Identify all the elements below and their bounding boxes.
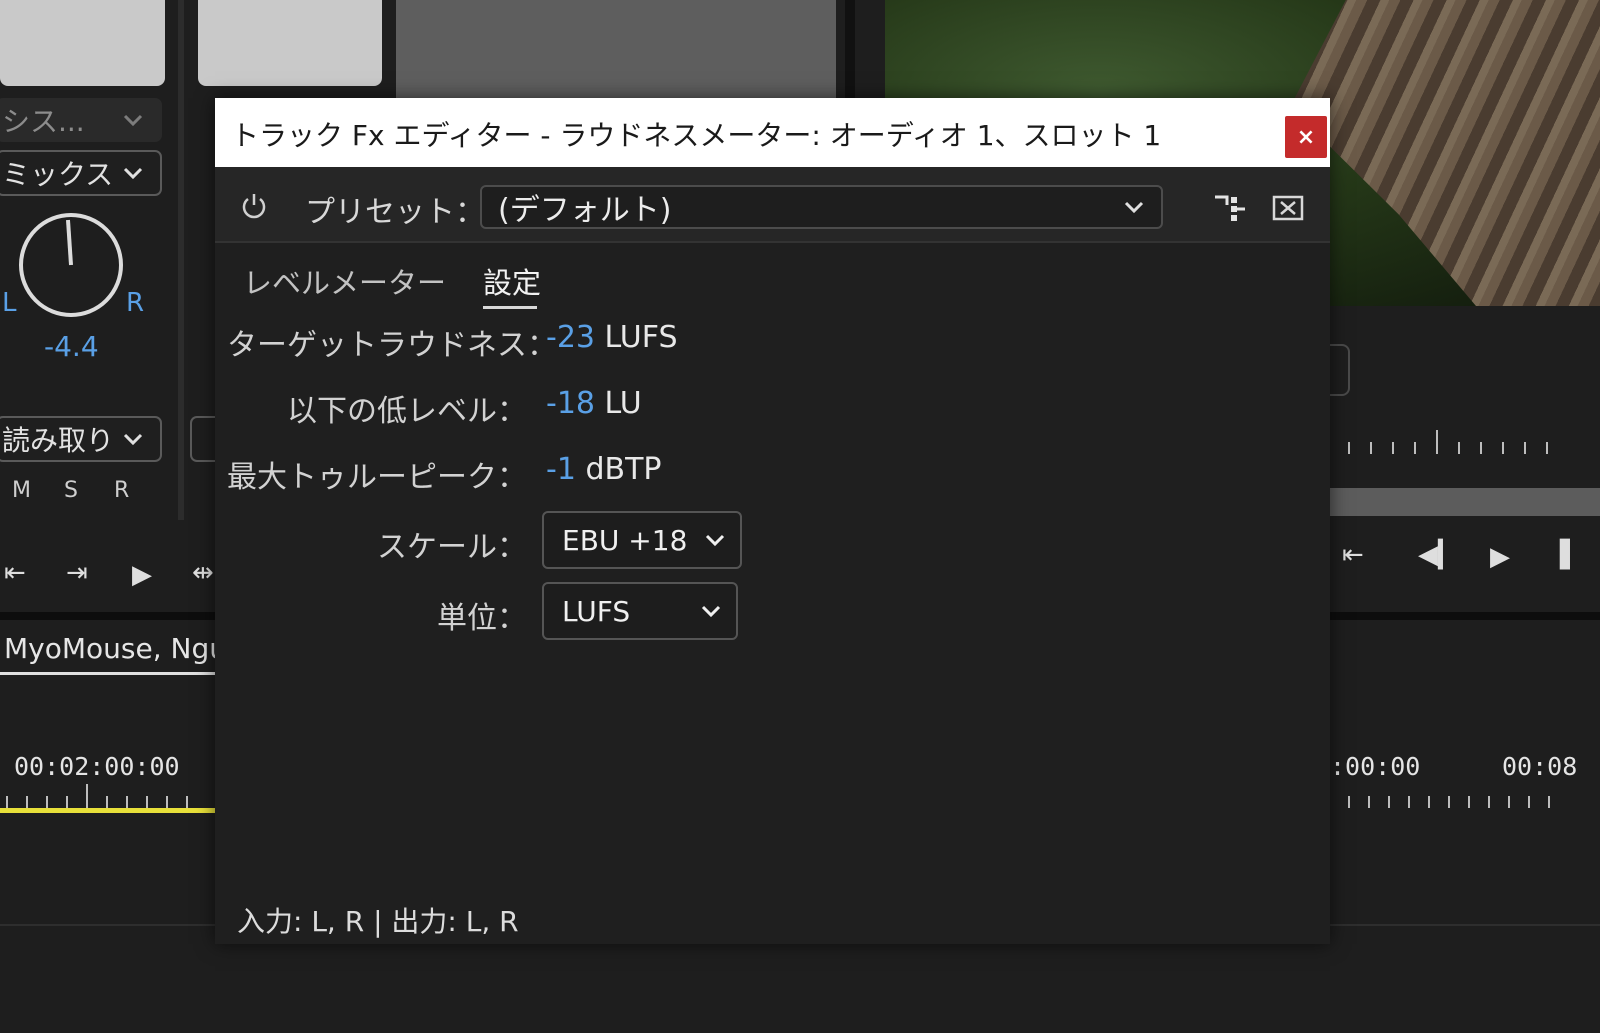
panel-top-border-right <box>1330 612 1600 620</box>
automation-text: 読み取り <box>2 424 115 457</box>
io-routing-info: 入力: L, R | 出力: L, R <box>237 905 519 938</box>
tab-level-meter[interactable]: レベルメーター <box>243 260 446 302</box>
preview-scroll-bar[interactable] <box>1330 488 1600 516</box>
pan-right-label: R <box>126 288 145 318</box>
dialog-titlebar[interactable]: トラック Fx エディター - ラウドネスメーター: オーディオ 1、スロット … <box>215 98 1330 167</box>
record-button[interactable]: R <box>114 478 129 503</box>
preset-dropdown[interactable]: (デフォルト) <box>480 185 1163 229</box>
mute-button[interactable]: M <box>12 478 31 503</box>
step-forward-icon[interactable]: ▌ <box>1560 540 1580 570</box>
track-fx-editor-dialog: トラック Fx エディター - ラウドネスメーター: オーディオ 1、スロット … <box>215 98 1330 944</box>
pan-left-label: L <box>2 288 17 318</box>
mixer-divider-2 <box>845 0 855 98</box>
dialog-title: トラック Fx エディター - ラウドネスメーター: オーディオ 1、スロット … <box>231 119 1162 152</box>
active-tab-indicator <box>483 306 537 309</box>
true-peak-field[interactable]: -1 dBTP <box>546 452 662 487</box>
timecode-right-1: :00:00 <box>1330 752 1421 781</box>
unit-label: 単位： <box>437 601 527 636</box>
mixer-divider <box>178 0 184 520</box>
preset-label: プリセット： <box>305 195 485 230</box>
scale-dropdown[interactable]: EBU +18 <box>542 511 742 569</box>
timecode-left: 00:02:00:00 <box>14 752 180 781</box>
chevron-down-icon <box>1124 201 1144 214</box>
chevron-down-icon <box>123 114 143 127</box>
panel-top-border <box>0 612 215 620</box>
chevron-down-icon <box>705 534 725 547</box>
ruler-left <box>6 782 188 808</box>
true-peak-value[interactable]: -1 <box>546 452 576 487</box>
low-level-label: 以下の低レベル： <box>287 394 527 429</box>
chevron-down-icon <box>123 433 143 446</box>
mixer-output-text: ミックス <box>2 158 114 191</box>
step-back-icon[interactable]: ◀▎ <box>1418 540 1458 570</box>
chevron-down-icon <box>701 605 721 618</box>
mixer-input-dropdown[interactable]: シス... <box>0 98 162 142</box>
target-loudness-field[interactable]: -23 LUFS <box>546 320 678 355</box>
plugin-chain-icon[interactable] <box>1213 193 1247 223</box>
solo-button[interactable]: S <box>64 478 78 503</box>
target-loudness-value[interactable]: -23 <box>546 320 595 355</box>
power-icon[interactable] <box>239 191 269 221</box>
ruler-right-top <box>1348 428 1548 454</box>
pan-value[interactable]: -4.4 <box>44 330 99 363</box>
play-icon[interactable]: ▶ <box>1490 542 1510 572</box>
playhead-range-line <box>0 808 215 813</box>
step-icon[interactable]: ⇹ <box>192 558 214 588</box>
preset-toolbar: プリセット： (デフォルト) <box>215 167 1330 241</box>
automation-dropdown[interactable]: 読み取り <box>0 416 162 462</box>
clip-underline <box>0 672 215 675</box>
true-peak-label: 最大トゥルーピーク： <box>227 460 527 495</box>
preset-value: (デフォルト) <box>498 193 672 228</box>
ruler-right <box>1348 782 1550 808</box>
target-loudness-unit: LUFS <box>604 320 678 355</box>
scale-label: スケール： <box>377 530 527 565</box>
mixer-output-dropdown[interactable]: ミックス <box>0 150 162 196</box>
tab-settings[interactable]: 設定 <box>483 260 541 302</box>
low-level-field[interactable]: -18 LU <box>546 386 642 421</box>
scale-value: EBU +18 <box>562 523 688 557</box>
unit-value: LUFS <box>562 594 631 628</box>
unit-dropdown[interactable]: LUFS <box>542 582 738 640</box>
clip-label[interactable]: MyoMouse, Ngu <box>4 632 215 665</box>
mixer-pad-1 <box>0 0 165 86</box>
timecode-right-2: 00:08 <box>1502 752 1578 781</box>
target-loudness-label: ターゲットラウドネス： <box>227 328 557 363</box>
go-to-in-icon[interactable]: ⇤ <box>4 558 26 588</box>
mixer-pad-3 <box>396 0 836 98</box>
pan-knob[interactable] <box>16 210 126 320</box>
mixer-input-text: シス... <box>2 105 85 138</box>
close-button[interactable]: × <box>1285 116 1327 158</box>
low-level-unit: LU <box>604 386 642 421</box>
low-level-value[interactable]: -18 <box>546 386 595 421</box>
go-to-in-icon[interactable]: ⇤ <box>1342 540 1364 570</box>
mixer-pad-2 <box>198 0 382 86</box>
true-peak-unit: dBTP <box>585 452 662 487</box>
play-icon[interactable]: ▶ <box>132 560 152 590</box>
remove-plugin-icon[interactable] <box>1272 195 1304 221</box>
chevron-down-icon <box>123 167 143 180</box>
go-to-out-icon[interactable]: ⇥ <box>66 558 88 588</box>
toolbar-divider <box>215 241 1330 243</box>
